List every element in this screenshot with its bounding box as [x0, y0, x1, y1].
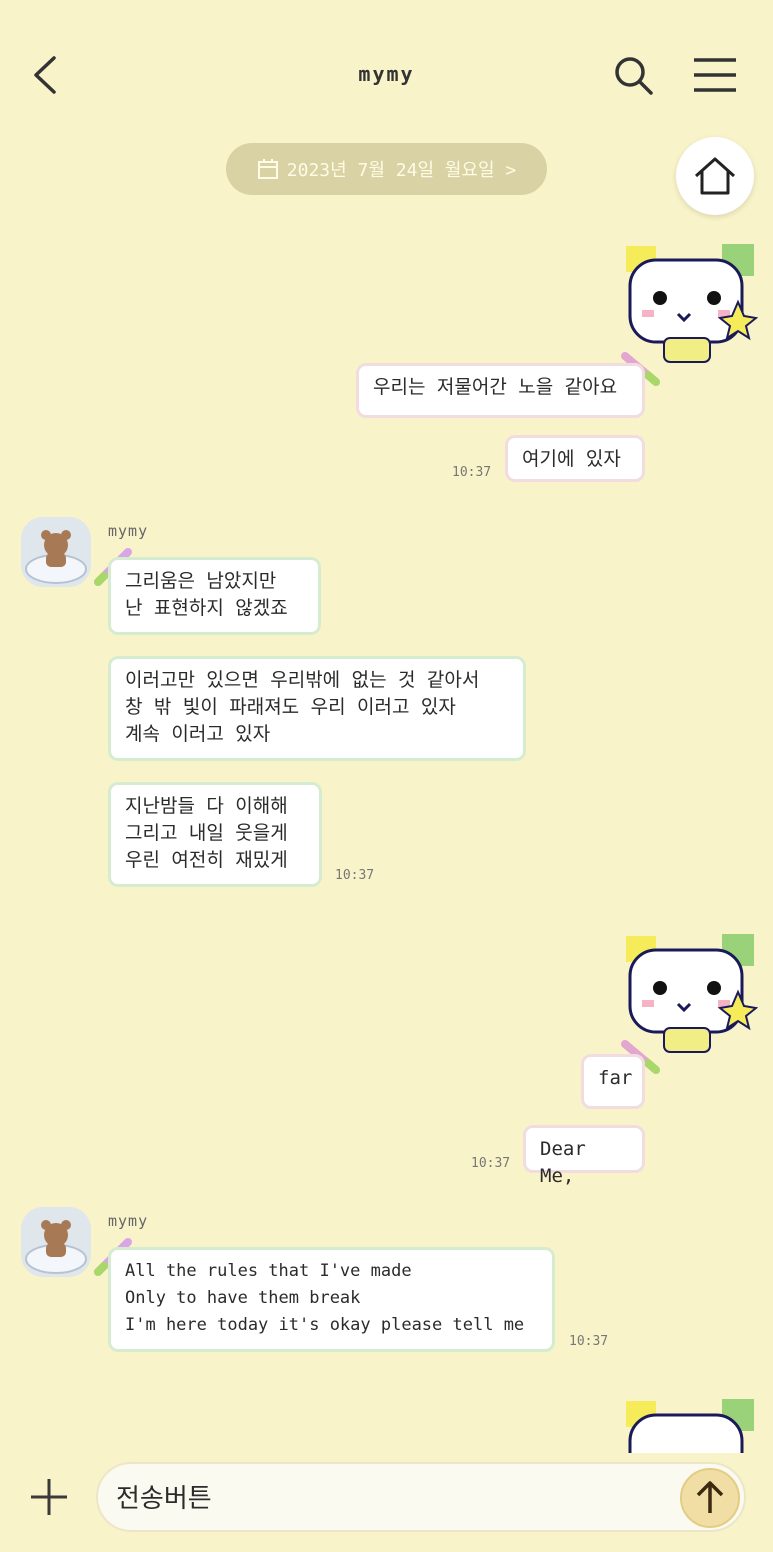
calendar-icon — [257, 159, 278, 179]
plus-icon — [31, 1479, 67, 1515]
home-icon — [694, 157, 736, 195]
message-bubble[interactable]: 지난밤들 다 이해해 그리고 내일 웃을게 우린 여전히 재밌게 — [108, 782, 322, 887]
arrow-up-icon — [696, 1481, 724, 1513]
hamburger-icon — [694, 58, 736, 92]
avatar[interactable] — [21, 517, 91, 587]
message-bubble[interactable]: 여기에 있자 — [505, 435, 645, 482]
send-button[interactable] — [680, 1468, 740, 1528]
character-sticker — [618, 1395, 758, 1453]
sender-name: mymy — [108, 1212, 149, 1230]
message-bubble[interactable]: Dear Me, — [523, 1125, 645, 1187]
menu-button[interactable] — [692, 56, 738, 94]
search-button[interactable] — [612, 54, 656, 98]
date-divider[interactable]: 2023년 7월 24일 월요일 > — [226, 143, 547, 195]
message-input-placeholder: 전송버튼 — [116, 1484, 212, 1514]
message-bubble[interactable]: far — [581, 1054, 645, 1109]
sender-name: mymy — [108, 522, 149, 540]
chat-title: mymy — [358, 62, 415, 86]
date-label: 2023년 7월 24일 월요일 > — [286, 160, 517, 181]
message-time: 10:37 — [471, 1156, 511, 1171]
message-bubble[interactable]: 우리는 저물어간 노을 같아요 — [356, 363, 645, 418]
message-bubble[interactable]: 그리움은 남았지만 난 표현하지 않겠죠 — [108, 557, 321, 635]
message-time: 10:37 — [569, 1334, 609, 1349]
message-time: 10:37 — [335, 868, 375, 883]
search-icon — [615, 57, 653, 95]
message-bubble[interactable]: 이러고만 있으면 우리밖에 없는 것 같아서 창 밖 빛이 파래져도 우리 이러… — [108, 656, 526, 761]
attach-button[interactable] — [28, 1476, 70, 1518]
message-time: 10:37 — [452, 465, 492, 480]
avatar[interactable] — [21, 1207, 91, 1277]
message-bubble[interactable]: All the rules that I've made Only to hav… — [108, 1247, 555, 1352]
home-button[interactable] — [676, 137, 754, 215]
